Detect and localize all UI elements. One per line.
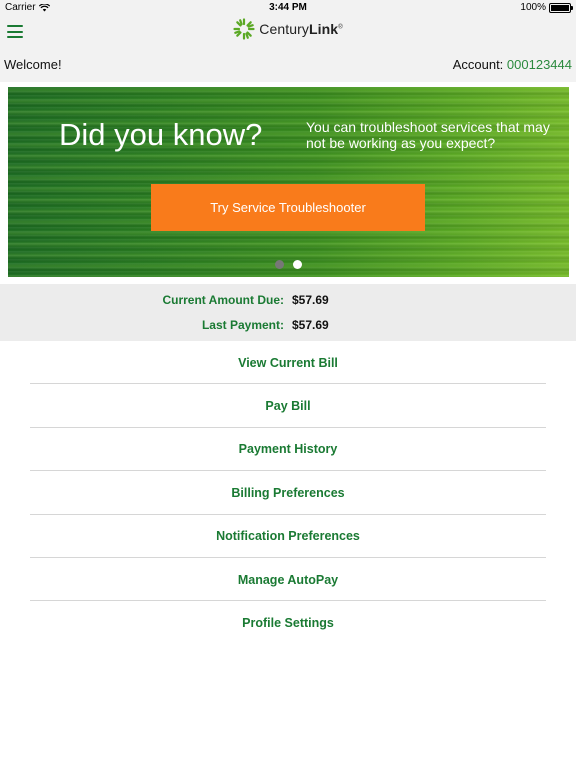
menu-item-manage-autopay[interactable]: Manage AutoPay	[0, 558, 576, 602]
logo-registered-mark: ®	[338, 24, 343, 31]
clock: 3:44 PM	[269, 2, 307, 13]
battery-percent: 100%	[520, 2, 546, 13]
carousel-dots	[8, 260, 569, 269]
promo-banner[interactable]: Did you know? You can troubleshoot servi…	[8, 87, 569, 277]
menu-item-payment-history[interactable]: Payment History	[0, 428, 576, 472]
menu-item-pay-bill[interactable]: Pay Bill	[0, 384, 576, 429]
battery-icon	[549, 2, 573, 13]
logo-name-bold: Link	[309, 21, 339, 37]
carousel-dot-2[interactable]	[293, 260, 302, 269]
battery-indicator: 100%	[520, 2, 573, 13]
account-label: Account:	[452, 57, 504, 72]
try-service-troubleshooter-button[interactable]: Try Service Troubleshooter	[151, 184, 425, 231]
welcome-text: Welcome!	[4, 57, 62, 72]
current-amount-label: Current Amount Due:	[162, 293, 284, 307]
banner-text: You can troubleshoot services that may n…	[306, 119, 550, 151]
menu-item-billing-preferences[interactable]: Billing Preferences	[0, 471, 576, 515]
status-bar: Carrier 3:44 PM 100%	[0, 0, 576, 16]
centurylink-logo: CenturyLink®	[0, 18, 576, 40]
nav-bar: CenturyLink®	[0, 16, 576, 48]
billing-menu-list: View Current Bill Pay Bill Payment Histo…	[0, 341, 576, 645]
current-amount-value: $57.69	[292, 293, 329, 307]
last-payment-value: $57.69	[292, 318, 329, 332]
carousel-dot-1[interactable]	[275, 260, 284, 269]
last-payment-label: Last Payment:	[201, 318, 284, 332]
billing-summary: Current Amount Due: $57.69 Last Payment:…	[0, 284, 576, 341]
account-number: 000123444	[506, 57, 572, 72]
last-payment-row: Last Payment: $57.69	[0, 318, 576, 338]
account-info: Account: 000123444	[453, 57, 572, 72]
logo-wordmark: CenturyLink®	[259, 21, 342, 37]
welcome-bar: Welcome! Account: 000123444	[0, 48, 576, 82]
banner-title: Did you know?	[59, 117, 263, 152]
logo-name-light: Century	[259, 21, 309, 37]
centurylink-logo-mark-icon	[233, 18, 255, 40]
current-amount-row: Current Amount Due: $57.69	[0, 293, 576, 313]
menu-item-view-current-bill[interactable]: View Current Bill	[0, 341, 576, 385]
menu-item-profile-settings[interactable]: Profile Settings	[0, 601, 576, 644]
menu-item-notification-preferences[interactable]: Notification Preferences	[0, 515, 576, 559]
